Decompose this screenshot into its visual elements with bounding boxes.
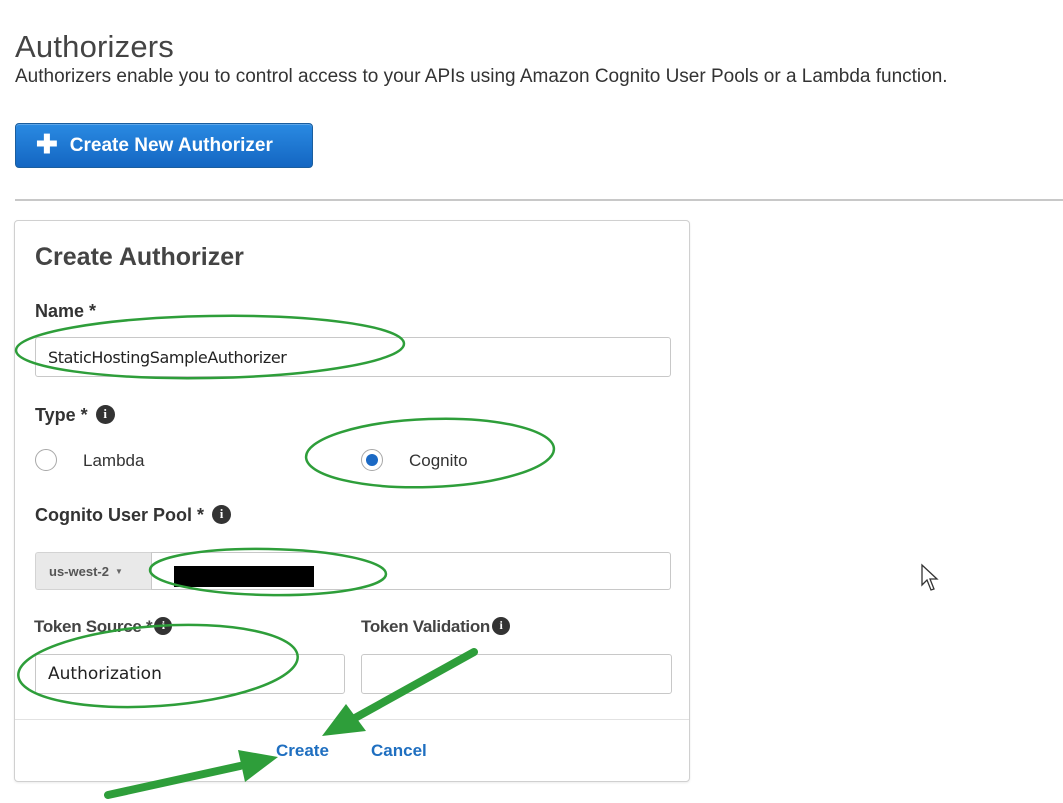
info-icon[interactable]: i: [212, 504, 232, 524]
radio-lambda-label[interactable]: Lambda: [83, 451, 144, 471]
token-source-input[interactable]: Authorization: [35, 654, 345, 694]
section-divider: [15, 199, 1063, 201]
page-title: Authorizers: [15, 28, 174, 64]
mouse-pointer-icon: [921, 563, 939, 591]
token-source-label-text: Token Source *: [34, 617, 153, 636]
name-input-value: StaticHostingSampleAuthorizer: [48, 347, 287, 367]
name-input[interactable]: StaticHostingSampleAuthorizer: [35, 337, 671, 377]
radio-cognito[interactable]: [361, 449, 383, 471]
chevron-down-icon: ▼: [114, 566, 123, 576]
name-label: Name *: [35, 301, 96, 322]
user-pool-label-text: Cognito User Pool *: [35, 505, 205, 525]
info-icon[interactable]: i: [95, 404, 115, 424]
token-validation-input[interactable]: [361, 654, 672, 694]
plus-icon: ✚: [36, 129, 58, 159]
type-label: Type * i: [35, 404, 115, 426]
user-pool-label: Cognito User Pool * i: [35, 504, 232, 526]
token-source-value: Authorization: [48, 664, 162, 684]
type-label-text: Type *: [35, 405, 88, 425]
panel-title: Create Authorizer: [35, 243, 244, 271]
user-pool-input[interactable]: [151, 552, 671, 590]
redacted-value: [174, 566, 314, 587]
info-icon[interactable]: i: [492, 616, 511, 635]
create-authorizer-panel: Create Authorizer Name * StaticHostingSa…: [14, 220, 690, 782]
panel-footer-divider: [15, 719, 689, 720]
region-select[interactable]: us-west-2 ▼: [35, 552, 151, 590]
info-icon[interactable]: i: [154, 616, 173, 635]
token-source-label: Token Source * i: [34, 616, 173, 637]
name-label-text: Name *: [35, 301, 97, 321]
radio-lambda[interactable]: [35, 449, 57, 471]
create-button[interactable]: Create: [276, 741, 329, 761]
radio-cognito-label[interactable]: Cognito: [409, 451, 468, 471]
page-description: Authorizers enable you to control access…: [15, 66, 948, 87]
token-validation-label: Token Validation i: [361, 616, 511, 637]
token-validation-label-text: Token Validation: [361, 617, 491, 636]
create-new-authorizer-label: Create New Authorizer: [69, 134, 273, 156]
cancel-button[interactable]: Cancel: [371, 741, 427, 761]
region-value: us-west-2: [49, 563, 109, 579]
create-new-authorizer-button[interactable]: ✚ Create New Authorizer: [15, 123, 313, 168]
